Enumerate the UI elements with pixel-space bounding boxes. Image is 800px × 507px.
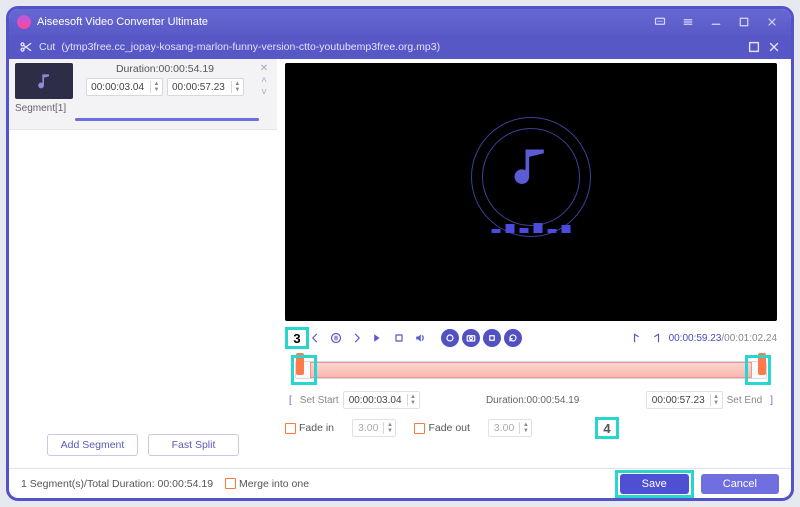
skip-start-icon[interactable] — [285, 329, 303, 347]
footer-bar: 1 Segment(s)/Total Duration: 00:00:54.19… — [9, 468, 791, 498]
scissors-icon — [19, 40, 33, 54]
fade-in-checkbox[interactable]: Fade in — [285, 422, 334, 434]
mark-in-icon[interactable] — [627, 329, 645, 347]
play-pause-icon[interactable] — [327, 329, 345, 347]
set-start-label[interactable]: Set Start — [296, 395, 343, 406]
player-controls: 3 00:00:59.23/00:01:02.24 — [285, 325, 777, 351]
app-window: Aiseesoft Video Converter Ultimate Cut (… — [6, 6, 794, 501]
panel-maximize-icon[interactable] — [747, 40, 761, 54]
duration-readout: Duration:00:00:54.19 — [420, 395, 646, 406]
save-button[interactable]: Save — [620, 474, 689, 494]
skip-end-icon[interactable] — [369, 329, 387, 347]
title-bar: Aiseesoft Video Converter Ultimate — [9, 9, 791, 35]
loop-icon[interactable] — [504, 329, 522, 347]
timecode: 00:00:59.23/00:01:02.24 — [669, 333, 777, 344]
next-frame-icon[interactable] — [348, 329, 366, 347]
close-icon[interactable] — [761, 13, 783, 31]
segments-summary: 1 Segment(s)/Total Duration: 00:00:54.19 — [21, 478, 213, 490]
set-end-label[interactable]: Set End — [723, 395, 767, 406]
filename: (ytmp3free.cc_jopay-kosang-marlon-funny-… — [61, 41, 440, 53]
close-segment-icon[interactable]: ✕ — [257, 63, 271, 73]
trim-handle-left[interactable] — [296, 353, 304, 375]
fast-split-button[interactable]: Fast Split — [148, 434, 239, 456]
panel-close-icon[interactable] — [767, 40, 781, 54]
volume-icon[interactable] — [411, 329, 429, 347]
segment-range-bar[interactable] — [75, 118, 259, 121]
timeline-values: [ Set Start 00:00:03.04▲▼ Duration:00:00… — [285, 389, 777, 411]
fade-in-input[interactable]: 3.00▲▼ — [352, 419, 396, 437]
merge-checkbox[interactable]: Merge into one — [225, 478, 309, 490]
action1-icon[interactable] — [441, 329, 459, 347]
equalizer-icon — [492, 223, 571, 233]
callout-4: 4 — [595, 417, 619, 439]
segment-end-input[interactable]: 00:00:57.23▲▼ — [167, 78, 244, 96]
trim-timeline[interactable] — [285, 355, 777, 385]
app-logo-icon — [17, 15, 31, 29]
maximize-icon[interactable] — [733, 13, 755, 31]
music-note-icon — [509, 144, 553, 193]
segment-item[interactable]: Duration:00:00:54.19 00:00:03.04▲▼ 00:00… — [9, 59, 277, 130]
segments-panel: Duration:00:00:54.19 00:00:03.04▲▼ 00:00… — [9, 59, 277, 468]
snapshot-icon[interactable] — [462, 329, 480, 347]
fade-out-checkbox[interactable]: Fade out — [414, 422, 469, 434]
bracket-end-icon[interactable]: ] — [766, 395, 777, 406]
segment-name: Segment[1] — [15, 103, 271, 114]
segment-thumb-icon — [15, 63, 73, 99]
step-down-icon[interactable]: ▼ — [151, 87, 162, 93]
sub-header: Cut (ytmp3free.cc_jopay-kosang-marlon-fu… — [9, 35, 791, 59]
mode-label: Cut — [39, 41, 55, 53]
end-time-input[interactable]: 00:00:57.23▲▼ — [646, 391, 723, 409]
menu-icon[interactable] — [677, 13, 699, 31]
trim-handle-right[interactable] — [758, 353, 766, 375]
bracket-start-icon[interactable]: [ — [285, 395, 296, 406]
stop-icon[interactable] — [390, 329, 408, 347]
preview-area — [285, 63, 777, 321]
minimize-icon[interactable] — [705, 13, 727, 31]
segment-duration: Duration:00:00:54.19 — [79, 63, 251, 75]
step-down-icon[interactable]: ▼ — [232, 87, 243, 93]
prev-frame-icon[interactable] — [306, 329, 324, 347]
fade-out-input[interactable]: 3.00▲▼ — [488, 419, 532, 437]
fade-row: Fade in 3.00▲▼ Fade out 3.00▲▼ 4 — [285, 417, 777, 439]
action3-icon[interactable] — [483, 329, 501, 347]
add-segment-button[interactable]: Add Segment — [47, 434, 138, 456]
segment-start-input[interactable]: 00:00:03.04▲▼ — [86, 78, 163, 96]
mark-out-icon[interactable] — [648, 329, 666, 347]
start-time-input[interactable]: 00:00:03.04▲▼ — [343, 391, 420, 409]
app-title: Aiseesoft Video Converter Ultimate — [37, 16, 208, 28]
cancel-button[interactable]: Cancel — [701, 474, 779, 494]
feedback-icon[interactable] — [649, 13, 671, 31]
move-up-icon[interactable]: ˄ — [257, 75, 271, 85]
move-down-icon[interactable]: ˅ — [257, 87, 271, 97]
